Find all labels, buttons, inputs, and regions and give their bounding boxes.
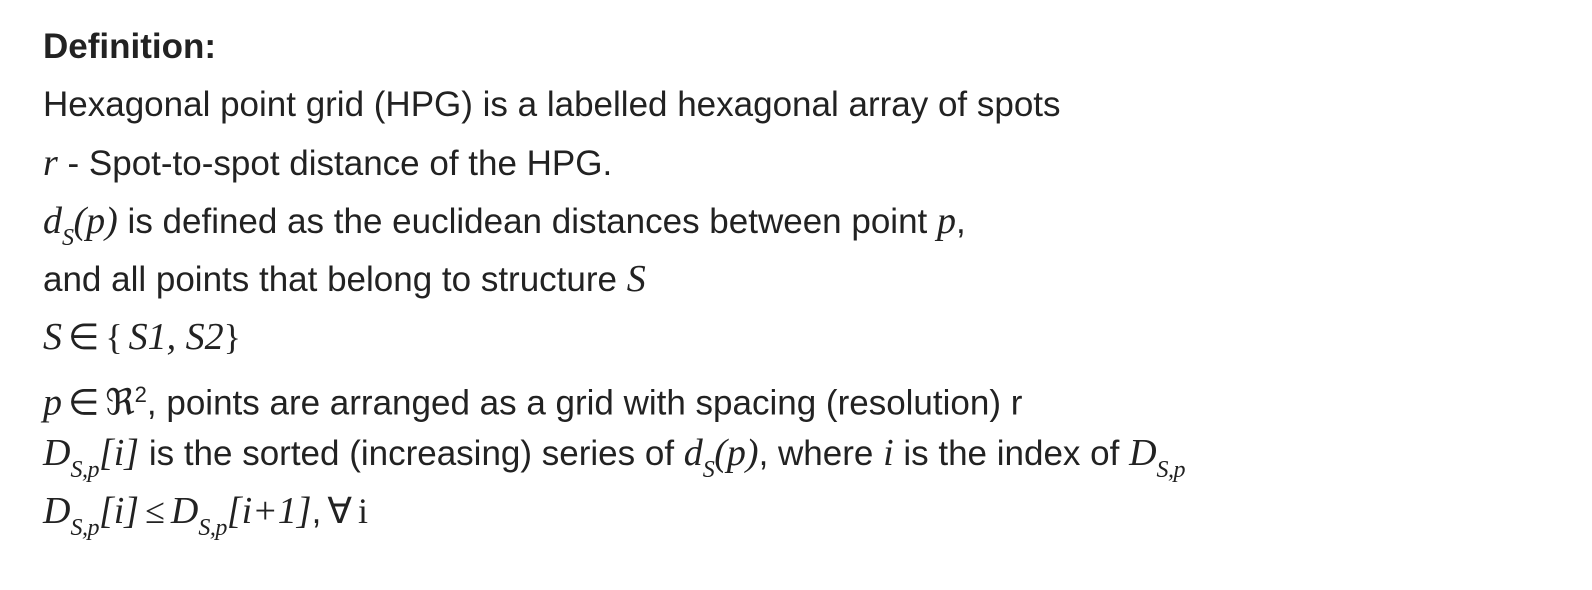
index-i-plus-1: [i+1] (226, 490, 312, 532)
symbol-D: D (1129, 432, 1157, 474)
comma: , (955, 202, 966, 241)
hpg-definition-line: Hexagonal point grid (HPG) is a labelled… (43, 85, 1061, 124)
structure-set: S1, S2 (128, 316, 224, 358)
symbol-D: D (43, 432, 71, 474)
symbol-s: S (43, 316, 62, 358)
comma: , (311, 492, 322, 531)
subscript-sp: S,p (70, 515, 99, 541)
spacing-text: - Spot-to-spot distance of the HPG. (57, 144, 613, 183)
symbol-p: p (936, 200, 956, 242)
series-text: is the sorted (increasing) series of (139, 434, 684, 473)
distance-definition-line: dS(p) is defined as the euclidean distan… (43, 200, 966, 251)
symbol-D: D (43, 490, 71, 532)
argument-p: (p) (73, 200, 118, 242)
argument-p: (p) (714, 432, 759, 474)
subscript-sp: S,p (70, 457, 99, 483)
spacing-definition-line: r - Spot-to-spot distance of the HPG. (43, 142, 612, 185)
grid-text: , points are arranged as a grid with spa… (146, 383, 1023, 423)
symbol-d: d (683, 432, 703, 474)
set-membership-line: S ∈{S1, S2} (43, 316, 241, 359)
subscript-sp: S,p (1156, 457, 1186, 483)
point-domain-line: p ∈ ℜ2, points are arranged as a grid with… (43, 374, 1022, 425)
where-text: , where (758, 434, 884, 473)
structure-text: and all points that belong to structure (43, 260, 627, 299)
symbol-d: d (43, 200, 62, 242)
index-i: [i] (98, 432, 140, 474)
subscript-sp: S,p (198, 515, 227, 541)
ordering-line: DS,p[i] ≤ DS,p[i+1], ∀ i (43, 490, 368, 541)
distance-text: is defined as the euclidean distances be… (117, 202, 937, 241)
symbol-s: S (626, 258, 646, 300)
subscript-s: S (62, 225, 74, 251)
less-equal-symbol: ≤ (145, 491, 165, 531)
sorted-series-line: DS,p[i] is the sorted (increasing) serie… (43, 432, 1186, 483)
definition-heading: Definition: (43, 27, 217, 66)
symbol-r: r (43, 142, 58, 184)
real-numbers-symbol: ℜ (105, 382, 135, 423)
structure-line: and all points that belong to structure … (43, 258, 646, 301)
superscript-2: 2 (134, 382, 147, 407)
symbol-i: i (883, 432, 894, 474)
symbol-i: i (357, 491, 368, 531)
index-i: [i] (98, 490, 140, 532)
index-text: is the index of (893, 434, 1130, 473)
left-brace: { (105, 317, 123, 357)
symbol-p: p (43, 381, 62, 424)
element-of-symbol: ∈ (68, 382, 100, 423)
right-brace: } (223, 317, 241, 357)
subscript-s: S (702, 457, 715, 483)
element-of-symbol: ∈ (68, 317, 100, 357)
symbol-D: D (170, 490, 199, 532)
forall-symbol: ∀ (327, 491, 352, 531)
